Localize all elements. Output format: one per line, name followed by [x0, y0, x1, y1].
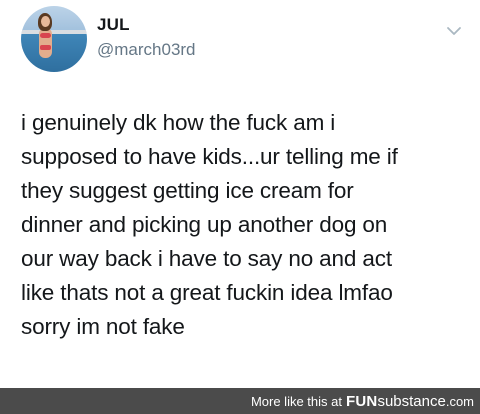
tweet-text-line: supposed to have kids...ur telling me if — [21, 144, 398, 169]
user-handle[interactable]: @march03rd — [97, 40, 196, 60]
brand-regular-text: substance — [377, 392, 446, 410]
tweet-card: JUL @march03rd i genuinely dk how the fu… — [0, 0, 480, 388]
more-like-this-text: More like this at — [250, 393, 342, 409]
tweet-text-line: they suggest getting ice cream for — [21, 178, 354, 203]
tweet-text-line: our way back i have to say no and act — [21, 246, 392, 271]
tweet-text-line: dinner and picking up another dog on — [21, 212, 388, 237]
watermark-footer: More like this at FUN substance .com — [0, 388, 480, 414]
display-name[interactable]: JUL — [97, 15, 130, 35]
tweet-text-line: like thats not a great fuckin idea lmfao — [21, 280, 393, 305]
chevron-down-icon[interactable] — [446, 24, 462, 36]
tweet-text: i genuinely dk how the fuck am i suppose… — [21, 106, 473, 344]
brand-domain-text: .com — [445, 393, 474, 409]
tweet-text-line: i genuinely dk how the fuck am i — [21, 110, 336, 135]
tweet-text-line: sorry im not fake — [21, 314, 185, 339]
avatar[interactable] — [21, 6, 87, 72]
funsubstance-link[interactable]: FUN substance .com — [346, 393, 474, 410]
brand-bold-text: FUN — [346, 392, 378, 410]
